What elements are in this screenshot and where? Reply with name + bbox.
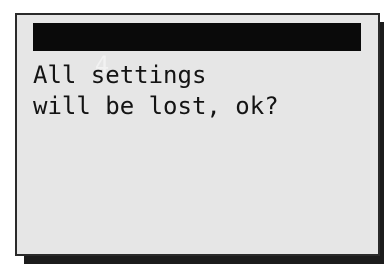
title-bar: 4 (33, 23, 361, 79)
lcd-screen: 4 All settings will be lost, ok? (15, 13, 380, 256)
message-line-1: All settings (33, 61, 207, 89)
message-line-2: will be lost, ok? (33, 92, 279, 120)
